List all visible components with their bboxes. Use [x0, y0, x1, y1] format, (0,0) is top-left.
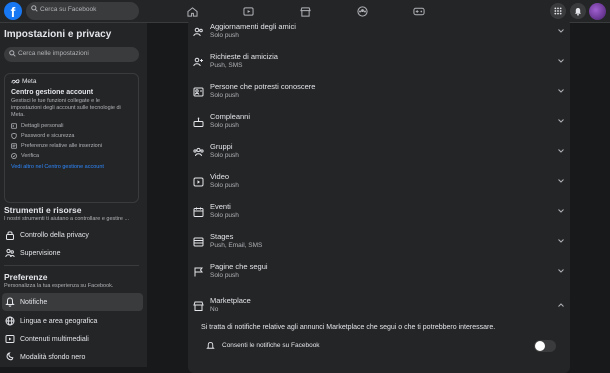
chevron-down-icon[interactable]	[558, 29, 564, 33]
profile-avatar[interactable]	[589, 3, 606, 20]
verified-badge-icon	[11, 153, 17, 159]
chevron-down-icon[interactable]	[558, 269, 564, 273]
settings-search-input[interactable]: Cerca nelle impostazioni	[4, 47, 139, 62]
facebook-search-input[interactable]: Cerca su Facebook	[26, 2, 139, 20]
sidebar-item-language-region[interactable]: Lingua e area geografica	[2, 312, 143, 330]
globe-icon	[5, 316, 15, 326]
ad-preferences-item[interactable]: Preferenze relative alle inserzioni	[11, 143, 132, 149]
marketplace-icon	[193, 301, 204, 311]
video-icon	[193, 177, 204, 187]
id-card-icon	[11, 123, 17, 129]
sidebar-title: Impostazioni e privacy	[4, 29, 112, 40]
notif-row-people-you-may-know[interactable]: Persone che potresti conoscere Solo push	[188, 79, 570, 109]
meta-brand: Meta	[11, 78, 132, 85]
settings-sidebar: Impostazioni e privacy Cerca nelle impos…	[0, 23, 147, 367]
sidebar-item-dark-mode[interactable]: Modalità sfondo nero	[2, 348, 143, 366]
marketplace-description: Si tratta di notifiche relative agli ann…	[201, 324, 496, 331]
notif-row-events[interactable]: Eventi Solo push	[188, 199, 570, 229]
facebook-notifications-toggle-row[interactable]: Consenti le notifiche su Facebook	[204, 336, 556, 356]
chevron-down-icon[interactable]	[558, 119, 564, 123]
friends-icon	[193, 27, 204, 37]
search-icon	[9, 50, 16, 57]
notif-row-video[interactable]: Video Solo push	[188, 169, 570, 199]
groups-icon	[193, 147, 204, 157]
chevron-down-icon[interactable]	[558, 239, 564, 243]
tools-section-title: Strumenti e risorse	[4, 205, 82, 215]
cake-icon	[193, 117, 204, 127]
password-security-item[interactable]: Password e sicurezza	[11, 133, 132, 139]
notifications-bell-icon[interactable]	[570, 3, 586, 19]
chevron-down-icon[interactable]	[558, 179, 564, 183]
stage-icon	[193, 237, 204, 247]
chevron-down-icon[interactable]	[558, 59, 564, 63]
chevron-down-icon[interactable]	[558, 149, 564, 153]
notif-row-marketplace[interactable]: Marketplace No	[188, 293, 570, 323]
marketplace-notification-panel: Marketplace No Si tratta di notifiche re…	[188, 293, 570, 373]
notif-row-friend-requests[interactable]: Richieste di amicizia Push, SMS	[188, 49, 570, 79]
search-placeholder: Cerca su Facebook	[40, 6, 97, 13]
meta-logo-icon	[11, 79, 20, 84]
sidebar-divider	[4, 265, 139, 266]
toggle-knob	[535, 341, 545, 351]
media-icon	[5, 334, 15, 344]
moon-icon	[5, 352, 15, 362]
accounts-center-title: Centro gestione account	[11, 89, 94, 96]
sidebar-item-privacy-checkup[interactable]: Controllo della privacy	[2, 226, 143, 244]
bell-icon	[206, 341, 215, 351]
facebook-notifications-toggle[interactable]	[534, 340, 556, 352]
lock-icon	[5, 230, 15, 240]
notification-categories-panel: Aggiornamenti degli amici Solo push Rich…	[188, 19, 570, 305]
sidebar-item-notifications[interactable]: Notifiche	[2, 293, 143, 311]
preferences-section-title: Preferenze	[4, 272, 48, 282]
family-icon	[5, 248, 15, 258]
menu-grid-icon[interactable]	[550, 3, 566, 19]
notif-row-friend-updates[interactable]: Aggiornamenti degli amici Solo push	[188, 19, 570, 49]
preferences-section-subtitle: Personalizza la tua esperienza su Facebo…	[4, 283, 114, 289]
ad-icon	[11, 143, 17, 149]
verification-item[interactable]: Verifica	[11, 153, 132, 159]
notif-row-groups[interactable]: Gruppi Solo push	[188, 139, 570, 169]
accounts-center-description: Gestisci le tue funzioni collegate e le …	[11, 98, 121, 118]
notif-row-birthdays[interactable]: Compleanni Solo push	[188, 109, 570, 139]
toggle-label: Consenti le notifiche su Facebook	[222, 342, 320, 349]
chevron-up-icon[interactable]	[558, 303, 564, 307]
bell-icon	[5, 297, 15, 307]
notifications-settings-main: Aggiornamenti degli amici Solo push Rich…	[147, 19, 610, 373]
personal-details-item[interactable]: Dettagli personali	[11, 123, 132, 129]
people-card-icon	[193, 87, 204, 97]
accounts-center-link[interactable]: Vedi altro nel Centro gestione account	[11, 164, 132, 170]
flag-icon	[193, 267, 204, 277]
settings-search-placeholder: Cerca nelle impostazioni	[18, 50, 89, 57]
notif-row-stages[interactable]: Stages Push, Email, SMS	[188, 229, 570, 259]
notif-row-followed-pages[interactable]: Pagine che segui Solo push	[188, 259, 570, 289]
chevron-down-icon[interactable]	[558, 89, 564, 93]
chevron-down-icon[interactable]	[558, 209, 564, 213]
facebook-logo[interactable]: f	[4, 2, 22, 20]
calendar-icon	[193, 207, 204, 217]
search-icon	[31, 5, 38, 12]
tools-section-subtitle: I nostri strumenti ti aiutano a controll…	[4, 216, 130, 222]
sidebar-item-media[interactable]: Contenuti multimediali	[2, 330, 143, 348]
shield-icon	[11, 133, 17, 139]
add-friend-icon	[193, 57, 204, 67]
sidebar-item-supervision[interactable]: Supervisione	[2, 244, 143, 262]
accounts-center-card[interactable]: Meta Centro gestione account Gestisci le…	[4, 73, 139, 203]
